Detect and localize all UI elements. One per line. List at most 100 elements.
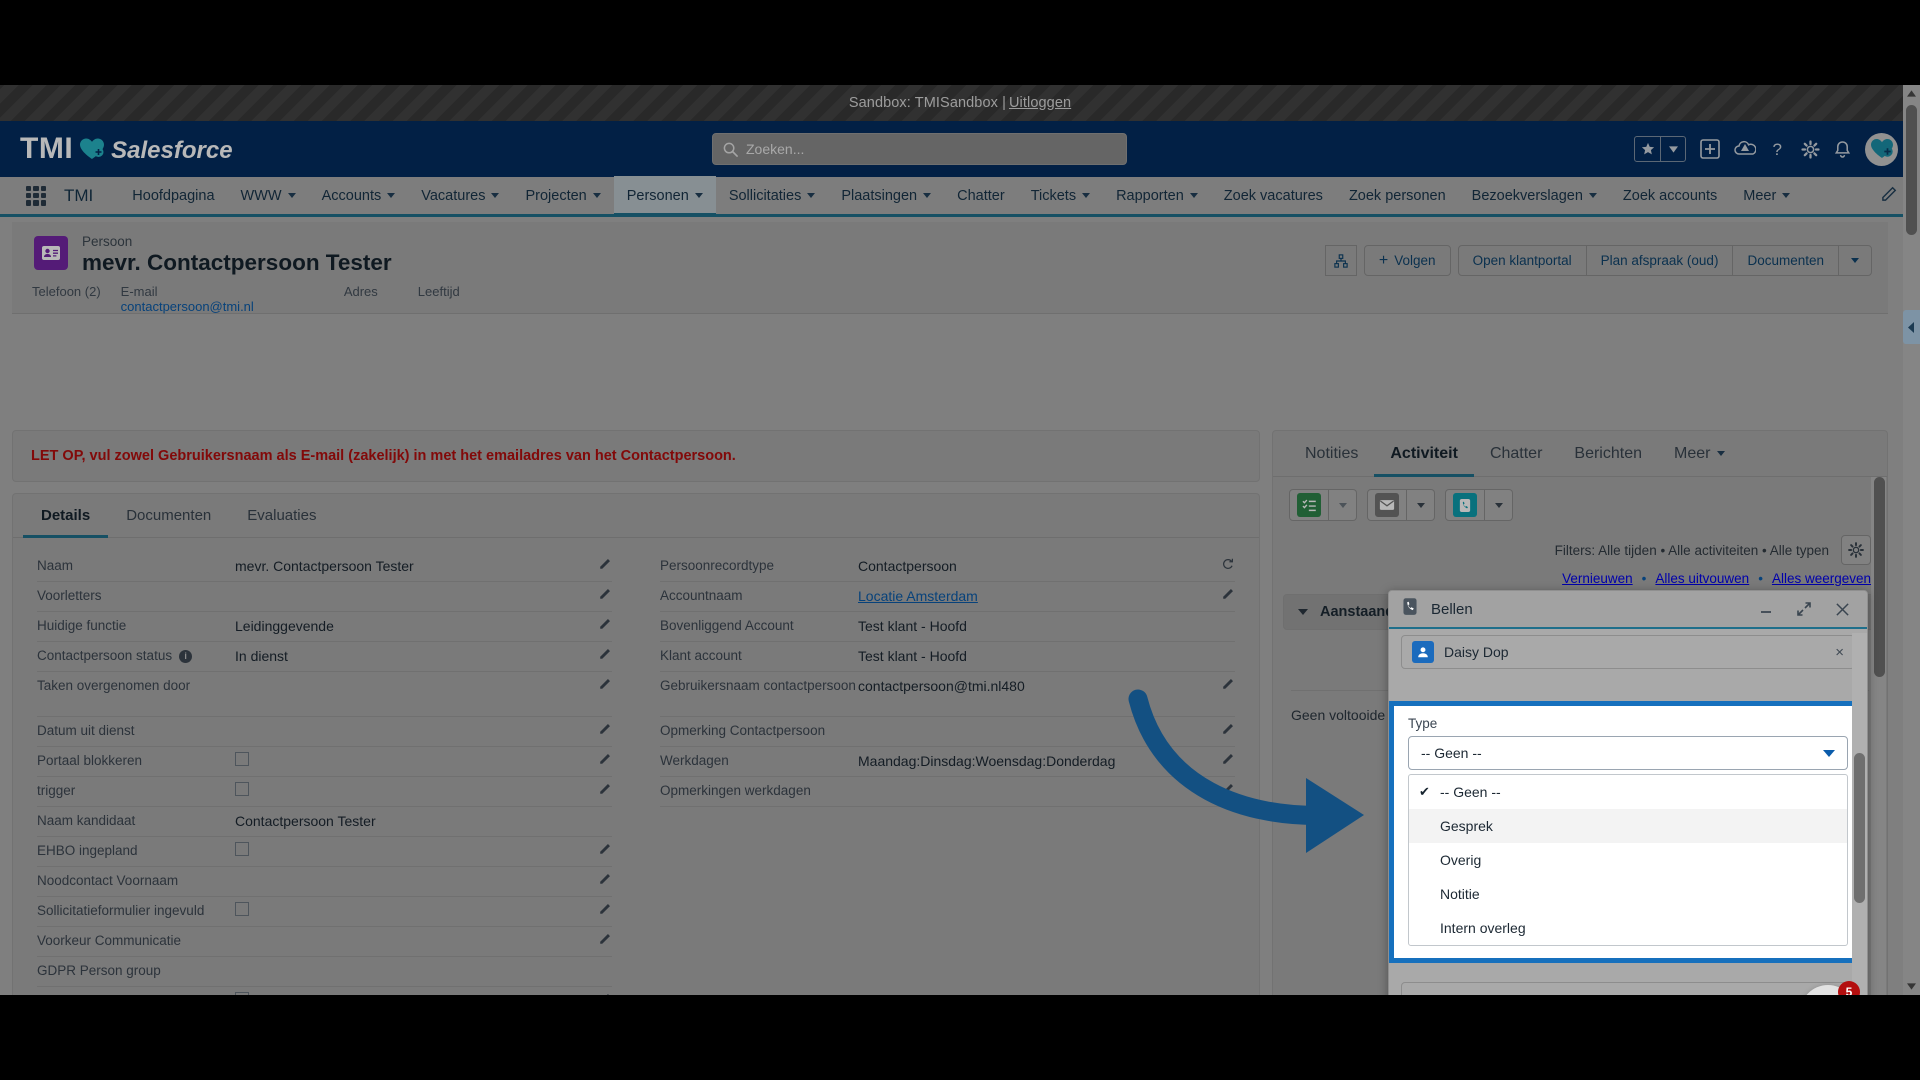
edit-pencil-icon[interactable] — [590, 782, 612, 795]
edit-pencil-icon[interactable] — [590, 617, 612, 630]
edit-pencil-icon[interactable] — [590, 587, 612, 600]
checkbox[interactable] — [235, 752, 249, 766]
checkbox[interactable] — [235, 992, 249, 995]
modal-scrollbar[interactable] — [1852, 633, 1867, 995]
edit-pencil-icon[interactable] — [1213, 752, 1235, 765]
edit-pencil-icon[interactable] — [590, 722, 612, 735]
new-task-dropdown[interactable] — [1329, 489, 1357, 521]
option-intern-overleg[interactable]: Intern overleg — [1409, 911, 1847, 945]
nav-item-rapporten[interactable]: Rapporten — [1103, 176, 1211, 216]
help-icon[interactable]: ? — [1770, 139, 1787, 159]
email-link[interactable]: contactpersoon@tmi.nl — [121, 299, 254, 314]
scroll-thumb[interactable] — [1906, 105, 1917, 235]
logout-link[interactable]: Uitloggen — [1009, 95, 1071, 111]
edit-pencil-icon[interactable] — [590, 872, 612, 885]
edit-pencil-icon[interactable] — [590, 557, 612, 570]
nav-item-personen[interactable]: Personen — [613, 175, 716, 216]
panel-scrollbar[interactable] — [1871, 477, 1886, 995]
edit-pencil-icon[interactable] — [590, 902, 612, 915]
add-icon[interactable] — [1700, 139, 1720, 159]
chevron-down-icon[interactable] — [1660, 137, 1685, 161]
log-call-button[interactable] — [1445, 489, 1485, 521]
nav-item-hoofdpagina[interactable]: Hoofdpagina — [119, 176, 227, 216]
edit-pencil-icon[interactable] — [1213, 722, 1235, 735]
edit-pencil-icon[interactable] — [590, 752, 612, 765]
notifications-bell-icon[interactable] — [1834, 140, 1851, 159]
edit-pencil-icon[interactable] — [590, 842, 612, 855]
tab-activiteit[interactable]: Activiteit — [1374, 431, 1474, 477]
new-email-dropdown[interactable] — [1407, 489, 1435, 521]
option-geen[interactable]: ✔ -- Geen -- — [1409, 775, 1847, 809]
nav-item-projecten[interactable]: Projecten — [512, 176, 613, 216]
checkbox[interactable] — [235, 782, 249, 796]
nav-item-zoek-personen[interactable]: Zoek personen — [1336, 176, 1459, 216]
edit-nav-pencil-icon[interactable] — [1881, 185, 1898, 206]
edit-pencil-icon[interactable] — [590, 647, 612, 660]
collapse-panel-tab[interactable] — [1903, 310, 1920, 344]
edit-pencil-icon[interactable] — [1213, 782, 1235, 795]
tab-details[interactable]: Details — [23, 494, 108, 538]
hierarchy-icon-button[interactable] — [1324, 245, 1357, 276]
tab-chatter[interactable]: Chatter — [1474, 431, 1558, 477]
expand-icon[interactable] — [1791, 596, 1817, 622]
type-select[interactable]: -- Geen -- — [1408, 736, 1848, 770]
brand-logo[interactable]: TMI Salesforce — [20, 132, 233, 166]
alles-weergeven-link[interactable]: Alles weergeven — [1772, 571, 1871, 586]
refresh-icon[interactable] — [1213, 557, 1235, 571]
close-icon[interactable] — [1829, 596, 1855, 622]
app-name-label[interactable]: TMI — [64, 186, 93, 206]
more-actions-dropdown[interactable] — [1838, 245, 1872, 276]
scroll-up-arrow[interactable] — [1903, 85, 1920, 102]
highlight-telefoon[interactable]: Telefoon (2) — [32, 284, 101, 314]
remove-contact-icon[interactable]: × — [1835, 644, 1844, 661]
edit-pencil-icon[interactable] — [590, 677, 612, 690]
option-notitie[interactable]: Notitie — [1409, 877, 1847, 911]
nav-item-vacatures[interactable]: Vacatures — [408, 176, 512, 216]
accountnaam-link[interactable]: Locatie Amsterdam — [858, 588, 978, 604]
nav-item-www[interactable]: WWW — [228, 176, 309, 216]
search-input[interactable]: Zoeken... — [712, 133, 1127, 165]
page-scrollbar[interactable] — [1903, 85, 1920, 995]
nav-item-tickets[interactable]: Tickets — [1018, 176, 1103, 216]
tab-notities[interactable]: Notities — [1289, 431, 1374, 477]
checkbox[interactable] — [235, 902, 249, 916]
volgen-button[interactable]: + Volgen — [1363, 245, 1451, 276]
app-launcher-icon[interactable] — [26, 185, 46, 206]
new-task-button[interactable] — [1289, 489, 1329, 521]
favorites-group[interactable] — [1634, 136, 1686, 162]
nav-item-meer[interactable]: Meer — [1730, 176, 1803, 216]
tab-documenten[interactable]: Documenten — [108, 494, 229, 538]
edit-pencil-icon[interactable] — [1213, 587, 1235, 600]
nav-item-accounts[interactable]: Accounts — [309, 176, 409, 216]
alles-uitvouwen-link[interactable]: Alles uitvouwen — [1655, 571, 1749, 586]
edit-pencil-icon[interactable] — [590, 932, 612, 945]
setup-gear-icon[interactable] — [1801, 139, 1820, 159]
vernieuwen-link[interactable]: Vernieuwen — [1562, 571, 1633, 586]
log-call-dropdown[interactable] — [1485, 489, 1513, 521]
nav-item-zoek-accounts[interactable]: Zoek accounts — [1610, 176, 1730, 216]
star-icon[interactable] — [1635, 137, 1660, 161]
minimize-icon[interactable] — [1753, 596, 1779, 622]
option-overig[interactable]: Overig — [1409, 843, 1847, 877]
comment-textarea[interactable] — [1401, 982, 1857, 995]
nav-item-sollicitaties[interactable]: Sollicitaties — [716, 176, 829, 216]
checkbox[interactable] — [235, 842, 249, 856]
scroll-down-arrow[interactable] — [1903, 978, 1920, 995]
option-gesprek[interactable]: Gesprek — [1409, 809, 1847, 843]
tab-meer[interactable]: Meer — [1658, 431, 1741, 477]
cloud-icon[interactable] — [1734, 140, 1756, 158]
tab-berichten[interactable]: Berichten — [1558, 431, 1658, 477]
filter-gear-icon[interactable] — [1841, 535, 1871, 565]
plan-afspraak-button[interactable]: Plan afspraak (oud) — [1585, 245, 1734, 276]
open-klantportal-button[interactable]: Open klantportal — [1457, 245, 1587, 276]
nav-item-bezoekverslagen[interactable]: Bezoekverslagen — [1459, 176, 1610, 216]
new-email-button[interactable] — [1367, 489, 1407, 521]
edit-pencil-icon[interactable] — [590, 992, 612, 995]
contact-name-chip[interactable]: Daisy Dop × — [1401, 635, 1855, 669]
edit-pencil-icon[interactable] — [1213, 677, 1235, 690]
info-icon[interactable]: i — [179, 649, 193, 663]
tab-evaluaties[interactable]: Evaluaties — [229, 494, 334, 538]
nav-item-chatter[interactable]: Chatter — [944, 176, 1018, 216]
avatar[interactable] — [1865, 132, 1898, 166]
documenten-button[interactable]: Documenten — [1732, 245, 1839, 276]
